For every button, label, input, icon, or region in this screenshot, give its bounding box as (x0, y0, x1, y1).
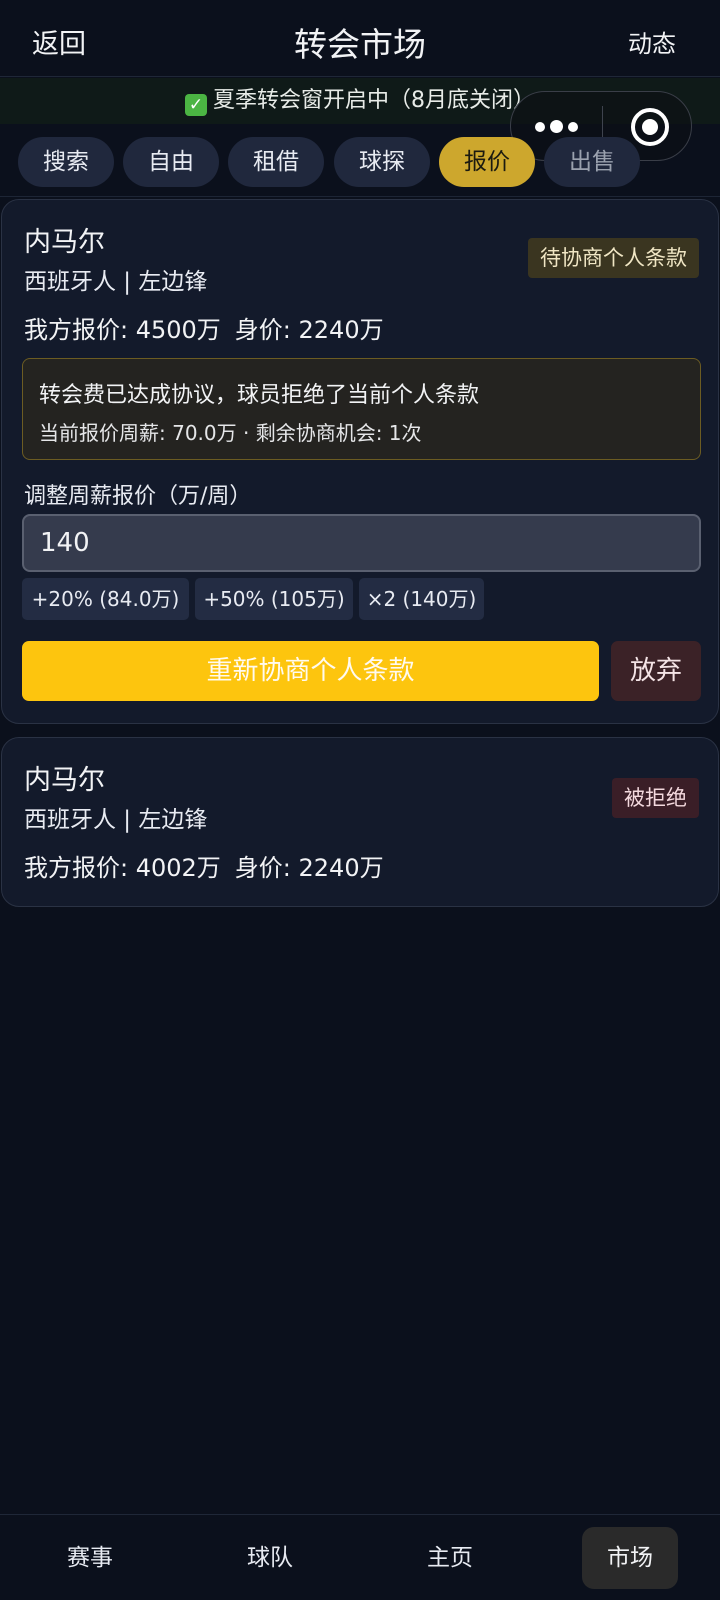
page-title: 转会市场 (294, 25, 426, 64)
our-offer: 我方报价: 4500万 (24, 316, 221, 344)
status-badge: 被拒绝 (612, 778, 699, 818)
negotiation-info: 转会费已达成协议，球员拒绝了当前个人条款 当前报价周薪: 70.0万 · 剩余协… (22, 358, 701, 460)
our-offer: 我方报价: 4002万 (24, 854, 221, 882)
info-detail: 当前报价周薪: 70.0万 · 剩余协商机会: 1次 (39, 421, 422, 445)
give-up-button[interactable]: 放弃 (611, 641, 701, 701)
wage-input[interactable] (22, 514, 701, 572)
tab-offers[interactable]: 报价 (439, 137, 535, 187)
offer-line: 我方报价: 4500万 身价: 2240万 (24, 310, 384, 345)
target-icon[interactable] (631, 108, 669, 146)
player-name: 内马尔 (24, 227, 105, 258)
nav-matches[interactable]: 赛事 (42, 1527, 138, 1589)
feed-button[interactable]: 动态 (628, 24, 676, 59)
nav-home[interactable]: 主页 (402, 1527, 498, 1589)
notice-text: 夏季转会窗开启中（8月底关闭） (213, 88, 535, 113)
more-dots-icon[interactable] (535, 113, 579, 139)
info-title: 转会费已达成协议，球员拒绝了当前个人条款 (39, 383, 480, 408)
tab-sell[interactable]: 出售 (544, 137, 640, 187)
wage-adjust-label: 调整周薪报价（万/周） (24, 484, 252, 509)
wage-chip-50[interactable]: +50% (105万) (195, 578, 353, 620)
nav-market[interactable]: 市场 (582, 1527, 678, 1589)
status-badge: 待协商个人条款 (528, 238, 699, 278)
player-meta: 西班牙人 | 左边锋 (24, 807, 208, 833)
tab-scout[interactable]: 球探 (334, 137, 430, 187)
offer-card: 内马尔 西班牙人 | 左边锋 待协商个人条款 我方报价: 4500万 身价: 22… (1, 199, 719, 724)
tab-loan[interactable]: 租借 (228, 137, 324, 187)
player-name: 内马尔 (24, 765, 105, 796)
nav-team[interactable]: 球队 (222, 1527, 318, 1589)
top-bar: 返回 转会市场 动态 (0, 0, 720, 77)
player-value: 身价: 2240万 (234, 854, 384, 882)
bottom-nav: 赛事 球队 主页 市场 (0, 1514, 720, 1600)
wage-chip-double[interactable]: ×2 (140万) (359, 578, 484, 620)
offer-line: 我方报价: 4002万 身价: 2240万 (24, 848, 384, 883)
check-icon: ✓ (185, 94, 207, 116)
player-meta: 西班牙人 | 左边锋 (24, 269, 208, 295)
player-value: 身价: 2240万 (234, 316, 384, 344)
renegotiate-button[interactable]: 重新协商个人条款 (22, 641, 599, 701)
tab-free[interactable]: 自由 (123, 137, 219, 187)
wage-chip-20[interactable]: +20% (84.0万) (22, 578, 189, 620)
offer-card: 内马尔 西班牙人 | 左边锋 被拒绝 我方报价: 4002万 身价: 2240万 (1, 737, 719, 907)
divider (0, 196, 720, 197)
tab-search[interactable]: 搜索 (18, 137, 114, 187)
